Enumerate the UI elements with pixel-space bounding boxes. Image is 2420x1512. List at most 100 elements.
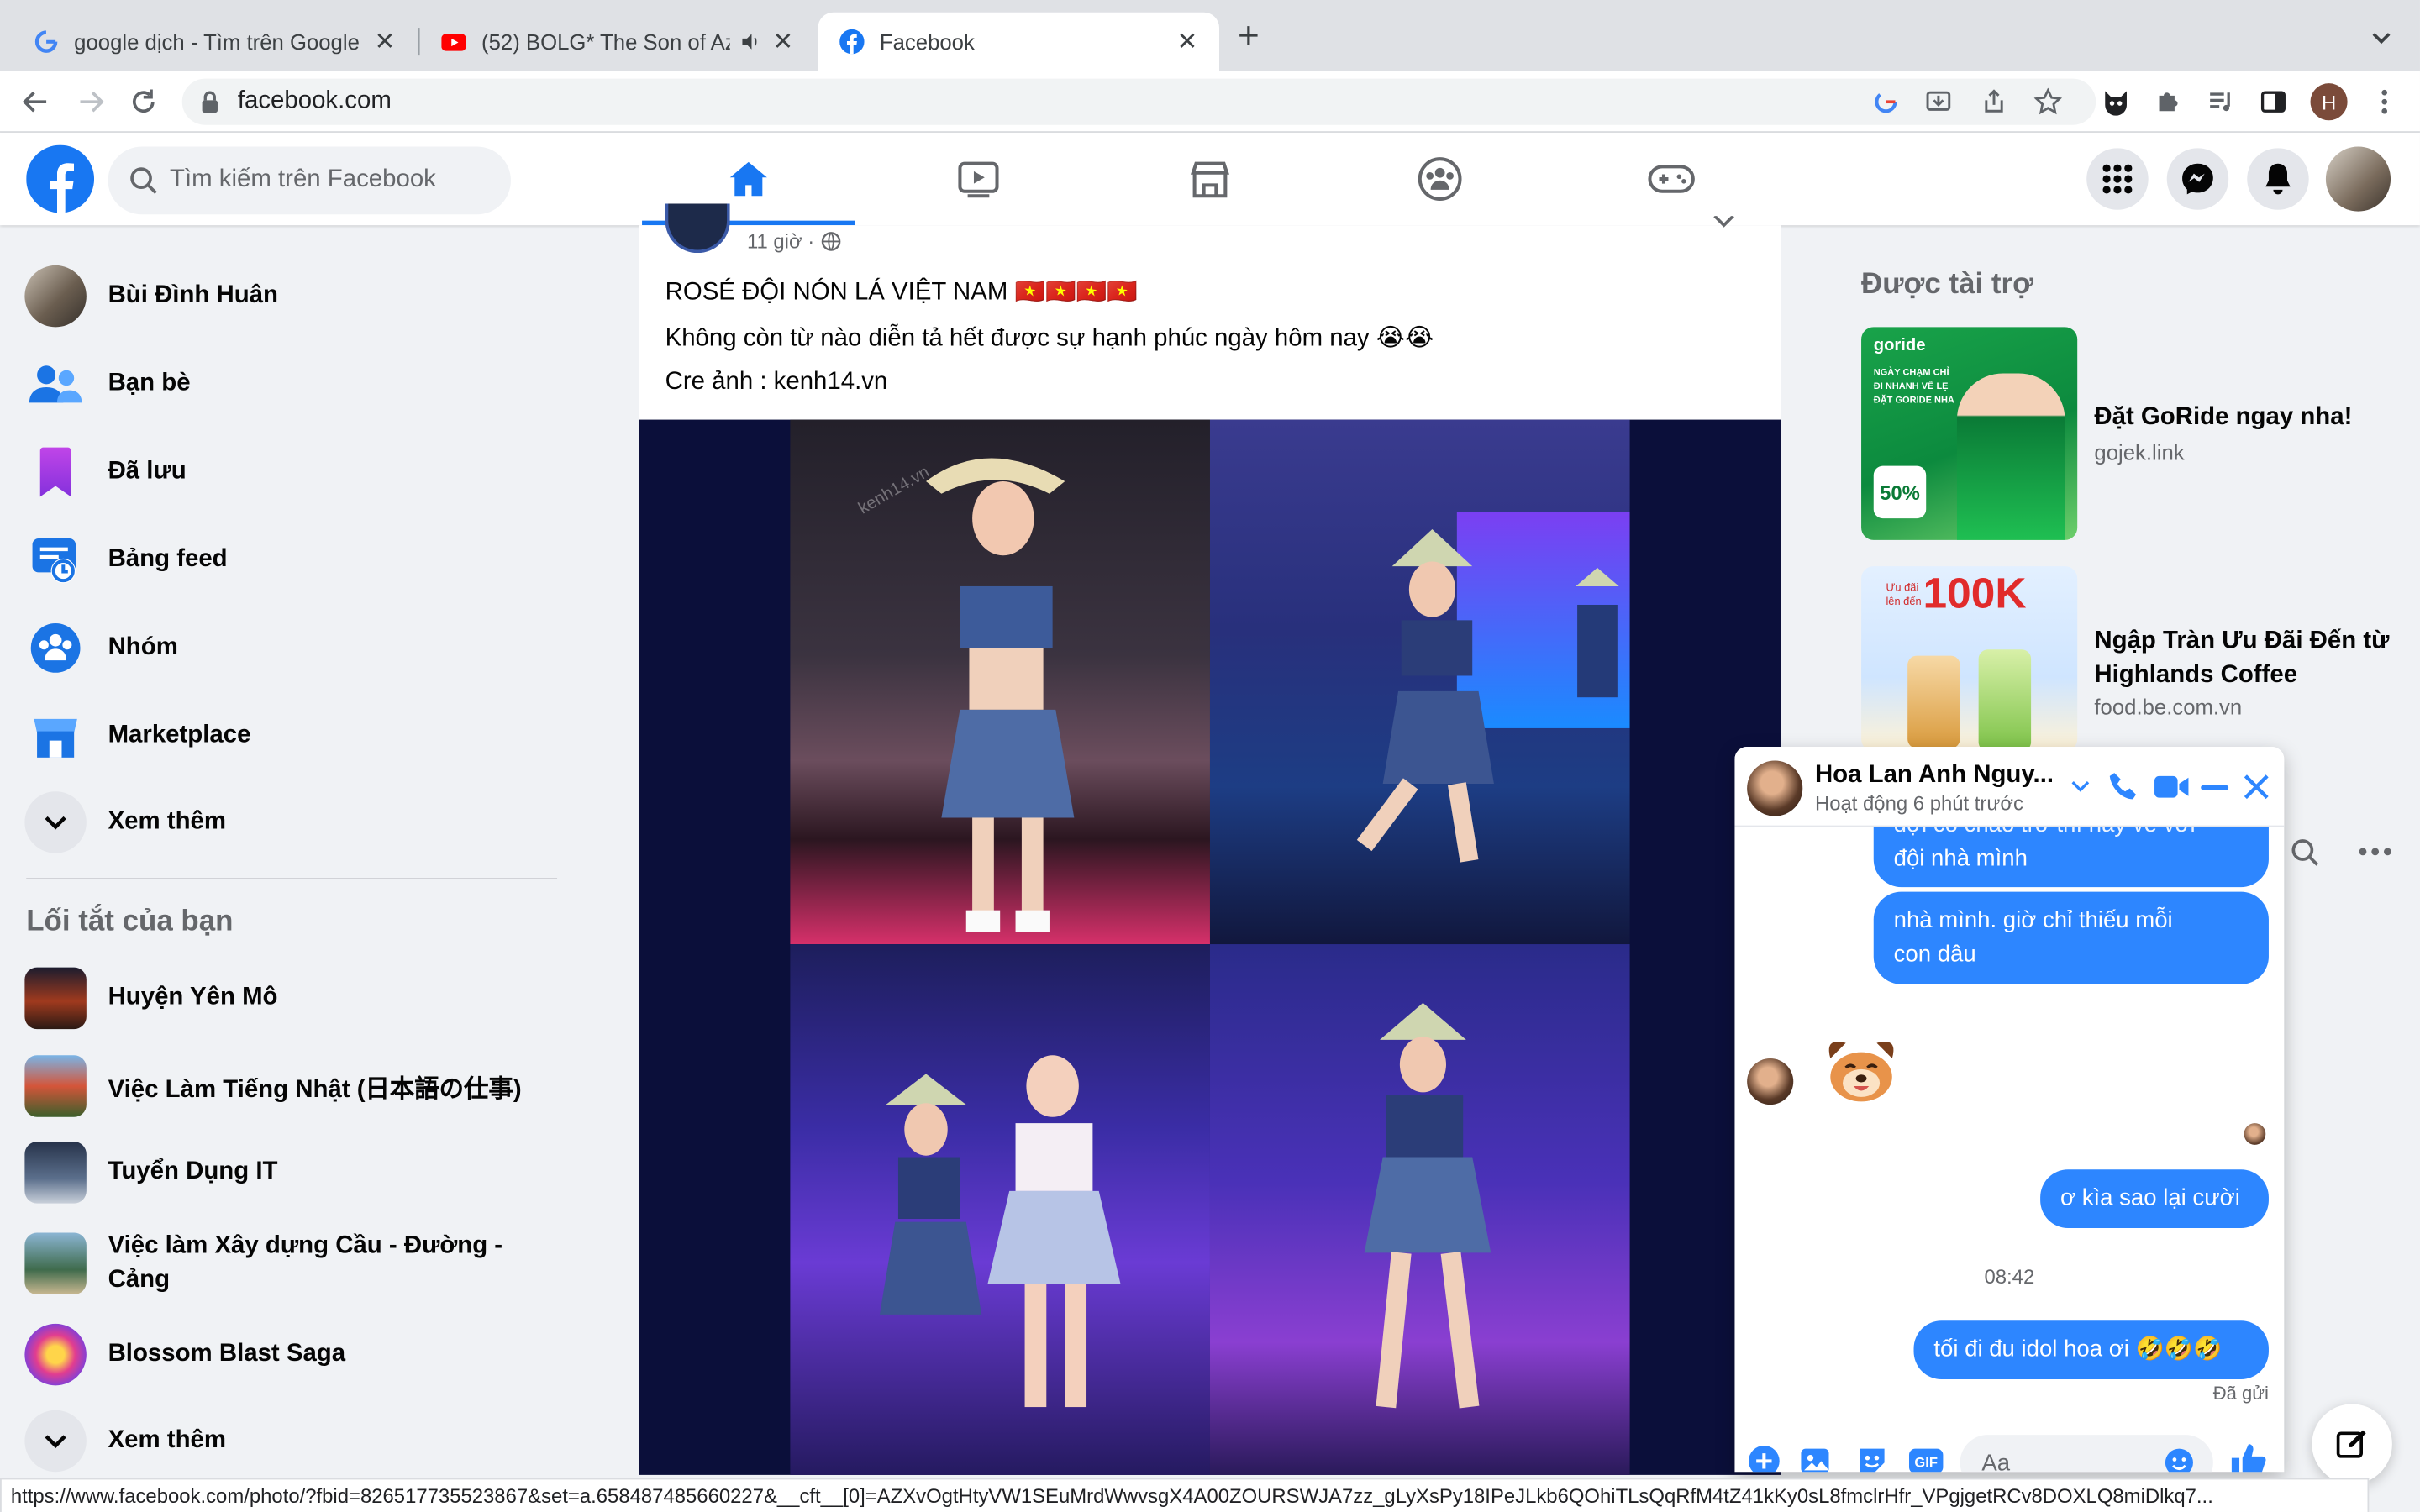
shortcut-label: Việc Làm Tiếng Nhật (日本語の仕事) — [108, 1077, 522, 1104]
ad-domain: food.be.com.vn — [2094, 694, 2243, 719]
plus-circle-icon[interactable] — [1747, 1444, 1781, 1473]
post-time[interactable]: 11 giờ · — [747, 230, 814, 254]
phone-icon[interactable] — [2108, 771, 2139, 802]
ad-title[interactable]: Ngập Tràn Ưu Đãi Đến từ Highlands Coffee — [2094, 625, 2389, 693]
facebook-search-input[interactable]: Tìm kiếm trên Facebook — [108, 146, 511, 215]
youtube-icon — [441, 34, 466, 51]
new-tab-button[interactable]: + — [1238, 18, 1260, 55]
profile-avatar[interactable]: H — [2310, 83, 2348, 121]
chat-message-sent[interactable]: ơ kìa sao lại cười — [2040, 1169, 2269, 1229]
browser-tab-google[interactable]: google dịch - Tìm trên Google ✕ — [13, 13, 417, 71]
install-app-icon[interactable] — [1926, 90, 1951, 114]
post-photo[interactable]: kenh14.vn — [639, 419, 1781, 1475]
sidebar-item-profile[interactable]: Bùi Đình Huân — [24, 256, 565, 337]
notifications-button[interactable] — [2247, 148, 2309, 210]
chat-message-input[interactable]: Aa — [1960, 1435, 2213, 1473]
feed-post: 11 giờ · ROSÉ ĐỘI NÓN LÁ VIỆT NAM 🇻🇳🇻🇳🇻🇳… — [639, 203, 1781, 1475]
nav-tab-gaming[interactable] — [1555, 133, 1787, 225]
browser-menu-icon[interactable] — [2367, 85, 2401, 118]
contacts-more-icon[interactable] — [2358, 846, 2391, 858]
contacts-search-icon[interactable] — [2291, 837, 2322, 869]
close-post-icon[interactable] — [1710, 216, 1738, 234]
extensions-puzzle-icon[interactable] — [2151, 85, 2185, 118]
nav-tab-watch[interactable] — [863, 133, 1095, 225]
chevron-down-icon[interactable] — [2071, 780, 2090, 793]
avatar — [24, 265, 87, 328]
ad-image-discount: 50% — [1873, 465, 1927, 519]
shortcut-item[interactable]: Việc làm Xây dựng Cầu - Đường - Cảng — [24, 1222, 565, 1305]
ad-image-highlands[interactable]: Ưu đãi lên đến 100K — [1861, 566, 2078, 752]
game-icon — [24, 1323, 87, 1386]
bell-icon — [2265, 163, 2291, 195]
close-tab-icon[interactable]: ✕ — [1177, 26, 1198, 57]
new-message-button[interactable] — [2312, 1404, 2392, 1484]
shortcut-item[interactable]: Tuyển Dụng IT — [24, 1132, 565, 1213]
shortcuts-title: Lối tắt của bạn — [26, 906, 234, 938]
ad-image-riders — [1956, 373, 2065, 540]
chevron-down-icon — [24, 791, 87, 853]
minimize-icon[interactable] — [2201, 785, 2229, 791]
video-call-icon[interactable] — [2153, 773, 2190, 801]
tab-search-chevron-icon[interactable] — [2370, 31, 2392, 46]
close-tab-icon[interactable]: ✕ — [772, 26, 793, 57]
shortcut-item[interactable]: Blossom Blast Saga — [24, 1315, 565, 1395]
sidebar-item-feeds[interactable]: Bảng feed — [24, 520, 565, 601]
nav-tab-marketplace[interactable] — [1094, 133, 1326, 225]
post-text-line: Không còn từ nào diễn tả hết được sự hạn… — [665, 325, 1434, 352]
media-control-icon[interactable] — [2204, 85, 2238, 118]
chat-message-sent[interactable]: tối đi đu idol hoa ơi 🤣🤣🤣 — [1913, 1320, 2269, 1380]
facebook-logo[interactable] — [26, 144, 95, 213]
shortcut-thumbnail — [24, 1055, 87, 1117]
ad-image-goride[interactable]: goride NGÀY CHẠM CHỈ ĐI NHANH VỀ LẸ ĐẶT … — [1861, 327, 2078, 540]
ad-domain: gojek.link — [2094, 439, 2185, 465]
sidebar-item-groups[interactable]: Nhóm — [24, 608, 565, 689]
shortcut-item[interactable]: Việc Làm Tiếng Nhật (日本語の仕事) — [24, 1046, 565, 1126]
tab-title: google dịch - Tìm trên Google — [74, 29, 360, 55]
shortcut-item[interactable]: Huyện Yên Mô — [24, 958, 565, 1039]
ad-title[interactable]: Đặt GoRide ngay nha! — [2094, 404, 2352, 432]
account-avatar[interactable] — [2325, 146, 2391, 212]
browser-tab-facebook[interactable]: Facebook ✕ — [818, 12, 1219, 71]
sidebar-item-marketplace[interactable]: Marketplace — [24, 696, 565, 776]
browser-toolbar: facebook.com H — [0, 71, 2420, 133]
message-text: ơ kìa sao lại cười — [2060, 1184, 2240, 1211]
reload-icon[interactable] — [127, 85, 160, 118]
sidebar-item-see-more[interactable]: Xem thêm — [24, 782, 565, 863]
share-icon[interactable] — [1981, 89, 2006, 114]
forward-icon[interactable] — [74, 85, 108, 118]
shortcuts-see-more[interactable]: Xem thêm — [24, 1401, 565, 1482]
close-tab-icon[interactable]: ✕ — [375, 26, 396, 57]
post-text-line: ROSÉ ĐỘI NÓN LÁ VIỆT NAM 🇻🇳🇻🇳🇻🇳🇻🇳 — [665, 279, 1138, 306]
extension-cat-icon[interactable] — [2099, 85, 2133, 118]
address-bar[interactable]: facebook.com — [182, 78, 2096, 125]
lock-icon[interactable] — [201, 91, 219, 113]
thumbs-up-icon[interactable] — [2228, 1441, 2269, 1473]
gif-icon[interactable]: GIF — [1907, 1444, 1944, 1473]
sticker-icon[interactable] — [1855, 1444, 1889, 1473]
speaker-icon[interactable] — [739, 31, 760, 53]
sidebar-item-label: Bảng feed — [108, 546, 228, 573]
messenger-button[interactable] — [2166, 148, 2229, 210]
chat-message-sent[interactable]: nhà mình. giờ chỉ thiếu mỗi con dâu — [1873, 891, 2269, 984]
photo-icon[interactable] — [1800, 1444, 1833, 1473]
nav-tab-groups[interactable] — [1324, 133, 1556, 225]
sidebar-item-saved[interactable]: Đã lưu — [24, 432, 565, 512]
bookmark-star-icon[interactable] — [2033, 87, 2062, 116]
browser-tab-youtube[interactable]: (52) BOLG* The Son of Azo ✕ — [420, 13, 815, 71]
chat-avatar[interactable] — [1747, 760, 1803, 816]
close-chat-icon[interactable] — [2243, 773, 2270, 801]
google-translate-icon[interactable] — [1874, 90, 1898, 114]
chat-contact-status: Hoạt động 6 phút trước — [1814, 791, 2023, 815]
poster-avatar[interactable] — [665, 203, 730, 254]
message-text: con dâu — [1893, 941, 1976, 968]
tab-title: (52) BOLG* The Son of Azo — [481, 29, 730, 55]
dog-sticker-icon[interactable] — [1821, 1027, 1902, 1108]
side-panel-icon[interactable] — [2256, 85, 2290, 118]
back-icon[interactable] — [18, 85, 52, 118]
chat-contact-name[interactable]: Hoa Lan Anh Nguy... — [1815, 762, 2054, 790]
facebook-header: Tìm kiếm trên Facebook — [0, 132, 2420, 226]
sidebar-item-friends[interactable]: Bạn bè — [24, 344, 565, 425]
groups-icon — [24, 617, 86, 679]
emoji-icon[interactable] — [2164, 1447, 2195, 1473]
menu-grid-button[interactable] — [2086, 148, 2149, 210]
